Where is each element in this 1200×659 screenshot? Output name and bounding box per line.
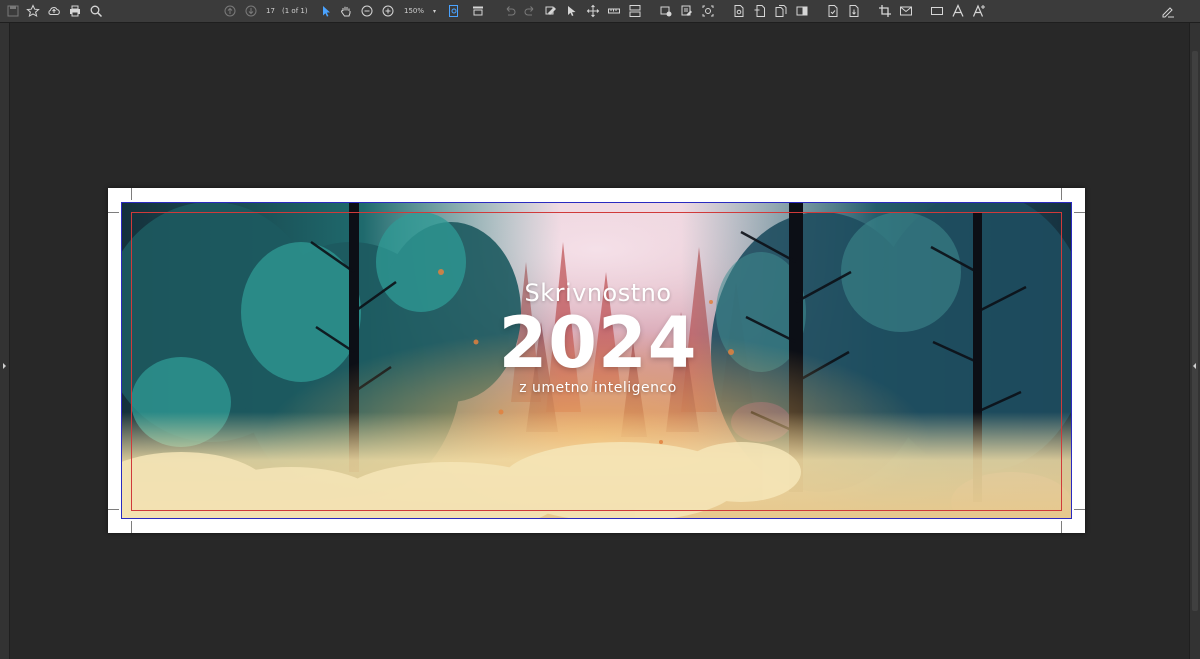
fit-page-icon[interactable] [446,3,462,19]
preflight-icon[interactable] [679,3,695,19]
text-edit-icon[interactable] [971,3,987,19]
crop-mark [108,212,119,213]
expand-right-panel-icon[interactable] [1193,363,1196,369]
cover-title-block: Skrivnostno 2024 z umetno inteligenco [408,278,788,398]
extract-page-icon[interactable] [773,3,789,19]
crop-mark [1074,509,1085,510]
output-preview-icon[interactable] [658,3,674,19]
crop-mark [1074,212,1085,213]
right-panel-collapsed[interactable] [1189,23,1200,659]
document-page: Skrivnostno 2024 z umetno inteligenco [108,188,1085,533]
bookmark-star-icon[interactable] [25,3,41,19]
save-icon[interactable] [5,3,21,19]
text-icon[interactable] [950,3,966,19]
previous-page-icon[interactable] [222,3,238,19]
select-object-icon[interactable] [564,3,580,19]
page-count-label: (1 of 1) [282,7,308,15]
insert-page-icon[interactable] [752,3,768,19]
layout-icon[interactable] [627,3,643,19]
zoom-dropdown[interactable]: 150% ▾ [404,4,436,18]
select-arrow-icon[interactable] [318,3,334,19]
undo-icon[interactable] [502,3,518,19]
page-number-field[interactable]: 17 [266,4,275,18]
fix-hairlines-icon[interactable] [700,3,716,19]
vertical-scrollbar[interactable] [1192,51,1198,611]
main-toolbar: 17 (1 of 1) 150% ▾ [0,0,1200,23]
crop-mark [131,521,132,533]
page-setup-icon[interactable] [825,3,841,19]
next-page-icon[interactable] [243,3,259,19]
zoom-out-icon[interactable] [359,3,375,19]
move-icon[interactable] [585,3,601,19]
chevron-down-icon: ▾ [433,7,437,15]
hand-tool-icon[interactable] [338,3,354,19]
left-panel-collapsed[interactable] [0,23,10,659]
page-number: 17 [266,7,275,15]
upload-cloud-icon[interactable] [46,3,62,19]
sign-icon[interactable] [1160,3,1176,19]
edit-object-icon[interactable] [543,3,559,19]
zoom-in-icon[interactable] [380,3,396,19]
edit-page-icon[interactable] [731,3,747,19]
print-icon[interactable] [67,3,83,19]
measure-icon[interactable] [606,3,622,19]
subtitle-text: z umetno inteligenco [519,380,677,396]
crop-icon[interactable] [877,3,893,19]
year-text: 2024 [498,302,698,384]
split-page-icon[interactable] [794,3,810,19]
expand-left-panel-icon[interactable] [3,363,6,369]
page-count: (1 of 1) [282,4,308,18]
crop-mark [108,509,119,510]
crop-mark [1061,188,1062,200]
zoom-value: 150% [404,7,425,15]
rectangle-icon[interactable] [929,3,945,19]
search-icon[interactable] [88,3,104,19]
redo-icon[interactable] [522,3,538,19]
crop-mark [1061,521,1062,533]
marquee-zoom-icon[interactable] [470,3,486,19]
crop-mark [131,188,132,200]
mail-icon[interactable] [898,3,914,19]
page-label-icon[interactable] [846,3,862,19]
